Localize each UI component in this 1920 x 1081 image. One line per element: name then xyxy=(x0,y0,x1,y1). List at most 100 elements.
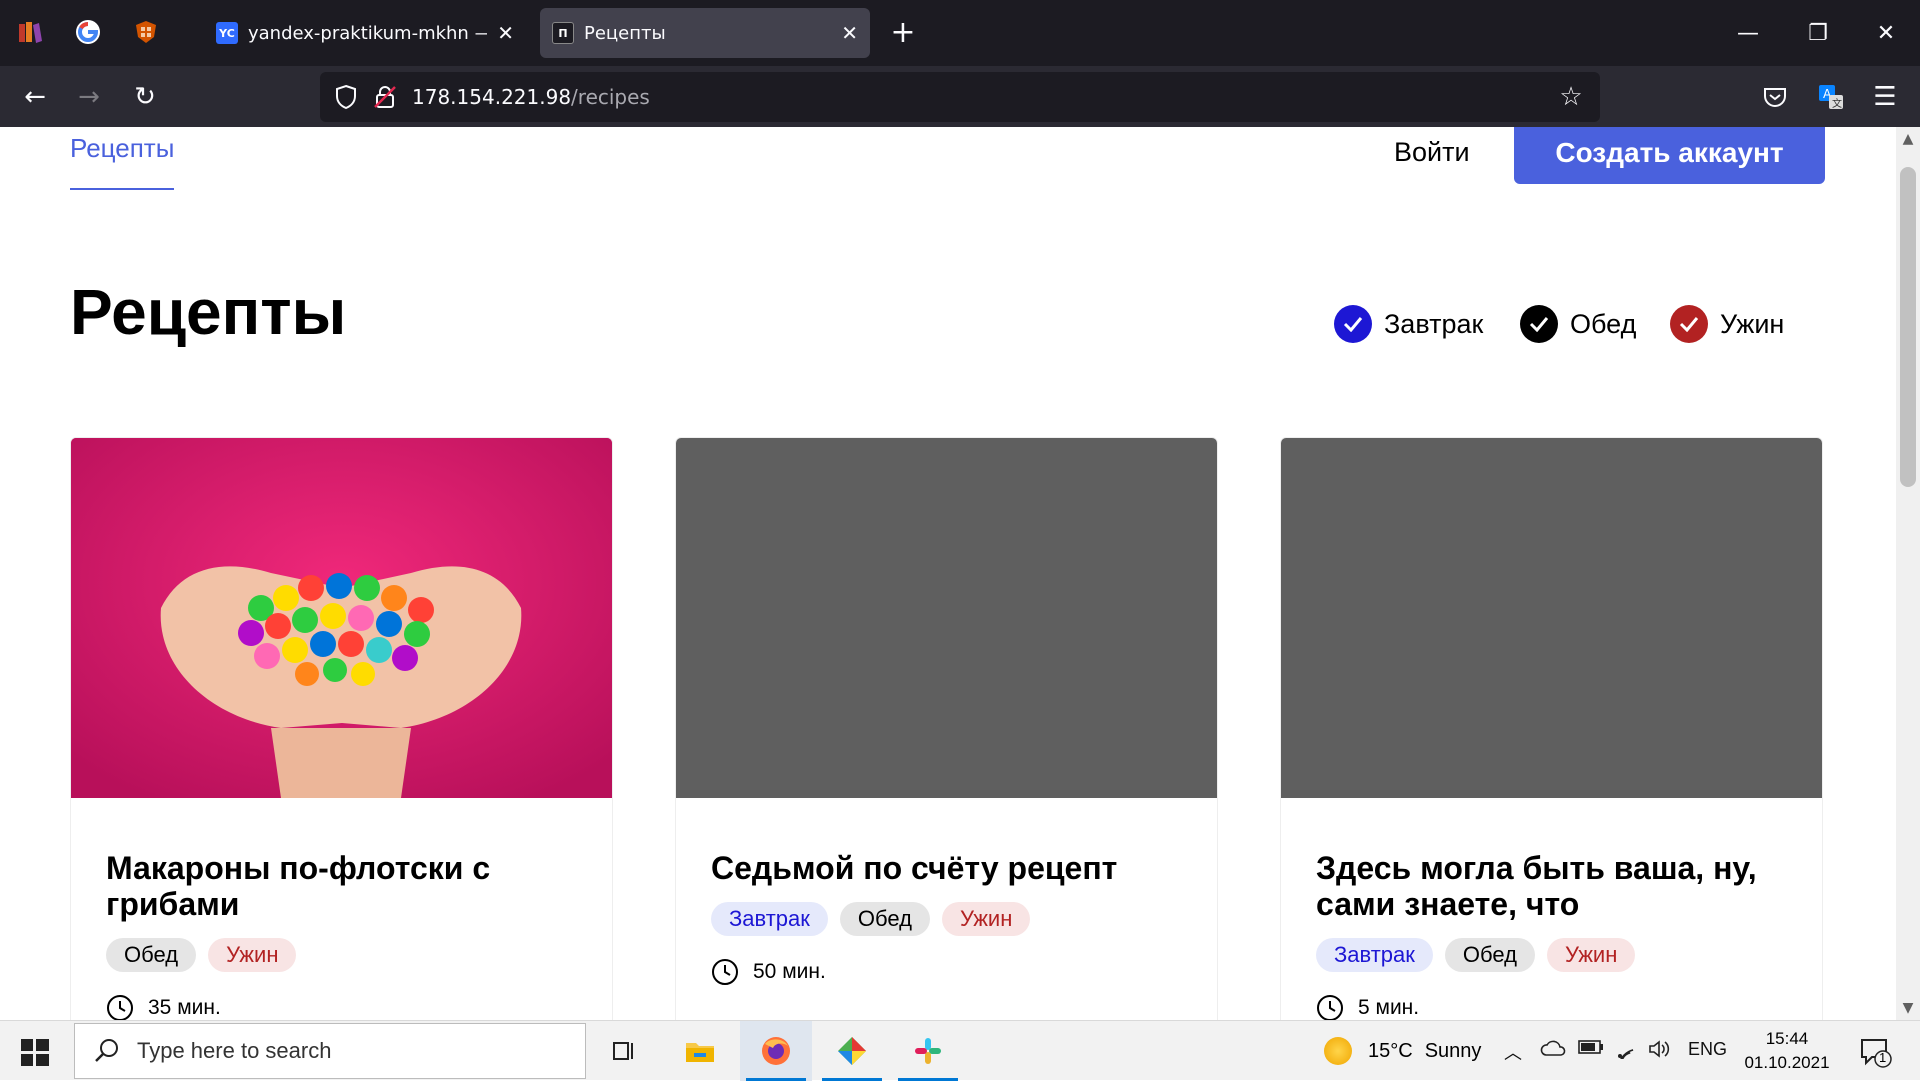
pinned-tab-google-icon[interactable] xyxy=(72,16,104,48)
page-scrollbar[interactable]: ▲ ▼ xyxy=(1896,127,1920,1020)
tag-lunch: Обед xyxy=(1444,938,1535,972)
search-icon xyxy=(95,1039,118,1062)
battery-icon[interactable] xyxy=(1578,1039,1604,1060)
close-icon[interactable]: ✕ xyxy=(841,21,858,45)
insecure-lock-icon[interactable] xyxy=(372,84,398,110)
recipe-card-body: Макароны по-флотски с грибами Обед Ужин … xyxy=(71,798,612,1020)
menu-icon[interactable]: ☰ xyxy=(1866,78,1904,116)
recipe-card-body: Здесь могла быть ваша, ну, сами знаете, … xyxy=(1281,798,1822,1020)
close-icon[interactable]: ✕ xyxy=(497,21,514,45)
clock-time: 15:44 xyxy=(1765,1029,1809,1048)
nav-link-recipes[interactable]: Рецепты xyxy=(70,133,175,190)
tab-title: yandex-praktikum-mkhn — Об xyxy=(248,22,487,44)
slack-icon[interactable] xyxy=(892,1021,964,1081)
recipe-time-value: 35 мин. xyxy=(148,996,221,1019)
recipe-image-placeholder[interactable] xyxy=(676,438,1217,798)
recipe-time-value: 50 мин. xyxy=(753,960,826,983)
file-explorer-icon[interactable] xyxy=(664,1021,736,1081)
new-tab-button[interactable]: + xyxy=(886,16,920,50)
recipe-card[interactable]: Седьмой по счёту рецепт Завтрак Обед Ужи… xyxy=(675,437,1218,1020)
weather-widget[interactable]: 15°C Sunny xyxy=(1324,1037,1481,1065)
recipe-card[interactable]: Макароны по-флотски с грибами Обед Ужин … xyxy=(70,437,613,1020)
sun-icon xyxy=(1324,1037,1352,1065)
tray-chevron-icon[interactable]: ︿ xyxy=(1504,1039,1522,1065)
signup-button[interactable]: Создать аккаунт xyxy=(1514,127,1825,184)
recipe-tags: Завтрак Обед Ужин xyxy=(711,902,1182,936)
recipe-tags: Завтрак Обед Ужин xyxy=(1316,938,1787,972)
search-placeholder: Type here to search xyxy=(137,1038,332,1063)
back-icon[interactable]: ← xyxy=(16,78,54,116)
clock-icon xyxy=(107,995,133,1020)
filter-label: Завтрак xyxy=(1384,308,1484,339)
recipe-image-placeholder[interactable] xyxy=(1281,438,1822,798)
filter-label: Ужин xyxy=(1720,308,1785,339)
close-window-icon[interactable]: ✕ xyxy=(1866,14,1906,54)
task-view-icon[interactable] xyxy=(588,1021,660,1081)
clock-icon xyxy=(1317,995,1343,1020)
url-path: /recipes xyxy=(571,85,650,109)
weather-temp: 15°C xyxy=(1368,1039,1413,1062)
recipe-card[interactable]: Здесь могла быть ваша, ну, сами знаете, … xyxy=(1280,437,1823,1020)
check-icon xyxy=(1670,305,1708,343)
tag-dinner: Ужин xyxy=(208,938,297,972)
reload-icon[interactable]: ↻ xyxy=(126,78,164,116)
notification-center-icon[interactable]: 1 xyxy=(1858,1035,1892,1069)
tab-yandex-praktikum[interactable]: YC yandex-praktikum-mkhn — Об ✕ xyxy=(204,8,526,58)
browser-tab-strip: YC yandex-praktikum-mkhn — Об ✕ П Рецепт… xyxy=(0,0,1920,66)
recipe-image[interactable] xyxy=(71,438,612,798)
tag-dinner: Ужин xyxy=(941,902,1031,936)
taskbar-clock[interactable]: 15:44 01.10.2021 xyxy=(1732,1027,1842,1075)
recipe-title[interactable]: Макароны по-флотски с грибами xyxy=(106,850,577,922)
taskbar-search[interactable]: Type here to search xyxy=(74,1023,586,1079)
pinned-tab-shield-icon[interactable] xyxy=(130,16,162,48)
page-viewport: Рецепты Войти Создать аккаунт Рецепты За… xyxy=(0,127,1896,1020)
language-indicator[interactable]: ENG xyxy=(1688,1039,1727,1060)
wifi-icon[interactable] xyxy=(1614,1039,1638,1065)
yandex-cloud-icon: YC xyxy=(216,22,238,44)
tracking-shield-icon[interactable] xyxy=(332,83,360,111)
volume-icon[interactable] xyxy=(1648,1039,1672,1064)
restore-icon[interactable]: ❐ xyxy=(1798,14,1838,54)
filter-breakfast[interactable]: Завтрак xyxy=(1334,305,1483,343)
clock-date: 01.10.2021 xyxy=(1744,1053,1830,1072)
firefox-icon[interactable] xyxy=(740,1021,812,1081)
recipe-time-value: 5 мин. xyxy=(1358,996,1420,1019)
page-title: Рецепты xyxy=(70,276,347,348)
filter-lunch[interactable]: Обед xyxy=(1520,305,1636,343)
weather-desc: Sunny xyxy=(1424,1039,1482,1062)
recipe-time: 50 мин. xyxy=(711,958,1182,986)
browser-nav-bar: ← → ↻ 178.154.221.98/recipes ☆ A文 ☰ xyxy=(0,66,1920,127)
recipe-card-body: Седьмой по счёту рецепт Завтрак Обед Ужи… xyxy=(676,798,1217,986)
scroll-up-icon[interactable]: ▲ xyxy=(1896,127,1920,151)
tag-breakfast: Завтрак xyxy=(711,902,828,936)
minimize-icon[interactable]: — xyxy=(1728,14,1768,54)
candy-hands-photo xyxy=(71,438,612,798)
recipe-tags: Обед Ужин xyxy=(106,938,577,972)
recipe-title[interactable]: Седьмой по счёту рецепт xyxy=(711,850,1182,886)
windows-start-icon[interactable] xyxy=(18,1035,52,1069)
check-icon xyxy=(1334,305,1372,343)
onedrive-icon[interactable] xyxy=(1540,1039,1566,1062)
tag-breakfast: Завтрак xyxy=(1316,938,1433,972)
pocket-icon[interactable] xyxy=(1756,78,1794,116)
tag-lunch: Обед xyxy=(839,902,930,936)
tab-title: Рецепты xyxy=(584,22,666,44)
bookmark-star-icon[interactable]: ☆ xyxy=(1556,82,1586,112)
windows-taskbar: Type here to search 15°C Sunny ︿ ENG 15:… xyxy=(0,1020,1920,1081)
app-diamond-icon[interactable] xyxy=(816,1021,888,1081)
clock-icon xyxy=(712,959,738,985)
recipe-time: 35 мин. xyxy=(106,994,577,1020)
scrollbar-thumb[interactable] xyxy=(1900,167,1916,487)
filter-dinner[interactable]: Ужин xyxy=(1670,305,1784,343)
scroll-down-icon[interactable]: ▼ xyxy=(1896,996,1920,1020)
forward-icon[interactable]: → xyxy=(70,78,108,116)
translate-icon[interactable]: A文 xyxy=(1812,78,1850,116)
url-text[interactable]: 178.154.221.98/recipes xyxy=(412,85,650,109)
pinned-tab-library-icon[interactable] xyxy=(14,16,46,48)
login-link[interactable]: Войти xyxy=(1394,137,1470,168)
url-bar[interactable]: 178.154.221.98/recipes ☆ xyxy=(320,72,1600,122)
tag-dinner: Ужин xyxy=(1546,938,1636,972)
recipe-title[interactable]: Здесь могла быть ваша, ну, сами знаете, … xyxy=(1316,850,1787,922)
tab-recipes[interactable]: П Рецепты ✕ xyxy=(540,8,870,58)
filter-label: Обед xyxy=(1570,308,1637,339)
